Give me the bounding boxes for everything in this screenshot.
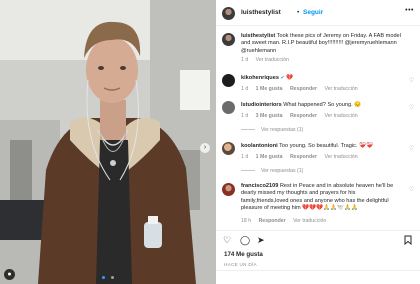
comment-text: What happened? So young. 😔 (283, 102, 362, 108)
add-comment-bar (216, 270, 420, 284)
comment-text-block: koolantonioni Too young. So beautiful. T… (241, 143, 403, 150)
caption-avatar[interactable] (222, 33, 235, 46)
view-replies-link[interactable]: Ver respuestas (1) (241, 127, 303, 133)
comment-reply-button[interactable]: Responder (290, 86, 317, 92)
follow-button[interactable]: Seguir (303, 9, 323, 16)
replies-divider (241, 129, 255, 131)
comment-text-block: francisco2109 Rest in Peace and in absol… (241, 183, 403, 213)
comment-text: Too young. So beautiful. Tragic. ❤️‍🩹❤️‍… (279, 143, 373, 149)
share-icon[interactable]: ➤ (257, 235, 265, 245)
comment-avatar[interactable] (222, 101, 235, 114)
comment-meta: 1 d 1 Me gusta Responder Ver traducción (241, 86, 364, 92)
like-comment-heart-icon[interactable]: ♡ (409, 104, 414, 111)
like-comment-heart-icon[interactable]: ♡ (409, 77, 414, 84)
comment-text: 💔 (286, 75, 294, 81)
comment-time[interactable]: 1 d (241, 154, 248, 160)
comment-likes[interactable]: 1 Me gusta (256, 86, 283, 92)
comment-meta: 18 h Responder Ver traducción (241, 218, 332, 224)
comment-username[interactable]: kikohenriques (241, 75, 279, 81)
comment-translate[interactable]: Ver traducción (325, 154, 358, 160)
comment-avatar[interactable] (222, 74, 235, 87)
author-username[interactable]: luisthestylist (241, 9, 281, 16)
comment-time[interactable]: 18 h (241, 218, 251, 224)
likes-count[interactable]: 174 Me gusta (224, 251, 263, 258)
like-comment-heart-icon[interactable]: ♡ (409, 145, 414, 152)
comment-likes[interactable]: 1 Me gusta (256, 154, 283, 160)
caption-time[interactable]: 1 d (241, 57, 248, 63)
comment-likes[interactable]: 3 Me gusta (256, 113, 283, 119)
caption-meta: 1 d Ver traducción (241, 57, 295, 63)
post-side-panel: luisthestylist • Seguir ••• luisthestyli… (216, 0, 420, 284)
comment-username[interactable]: francisco2109 (241, 183, 278, 189)
comment-translate[interactable]: Ver traducción (325, 113, 358, 119)
caption-translate[interactable]: Ver traducción (256, 57, 289, 63)
carousel-dot (111, 276, 115, 279)
comment-meta: 1 d 3 Me gusta Responder Ver traducción (241, 113, 364, 119)
view-replies-link[interactable]: Ver respuestas (1) (241, 168, 303, 174)
comment-translate[interactable]: Ver traducción (325, 86, 358, 92)
post-time-ago: HACE UN DÍA (224, 262, 257, 267)
comment-text-block: lstudiointeriors What happened? So young… (241, 102, 403, 109)
header-separator: • (297, 9, 300, 16)
post-actions-bar: ♡ ◯ ➤ (216, 230, 420, 248)
comment-translate[interactable]: Ver traducción (293, 218, 326, 224)
post-photo[interactable]: › ● (0, 0, 216, 284)
comment-text-block: kikohenriques ✔ 💔 (241, 75, 403, 82)
author-avatar[interactable] (222, 7, 235, 20)
caption-username[interactable]: luisthestylist (241, 33, 275, 39)
comment-icon[interactable]: ◯ (240, 235, 250, 245)
replies-divider (241, 170, 255, 172)
verified-badge-icon: ✔ (280, 75, 285, 81)
post-header: luisthestylist • Seguir ••• (216, 0, 420, 26)
comment-time[interactable]: 1 d (241, 86, 248, 92)
comment-avatar[interactable] (222, 142, 235, 155)
more-options-icon[interactable]: ••• (405, 7, 414, 14)
comment-reply-button[interactable]: Responder (259, 218, 286, 224)
comment-reply-button[interactable]: Responder (290, 113, 317, 119)
comment-username[interactable]: lstudiointeriors (241, 102, 282, 108)
post-image (0, 0, 216, 284)
comment-reply-button[interactable]: Responder (290, 154, 317, 160)
like-comment-heart-icon[interactable]: ♡ (409, 186, 414, 193)
next-slide-button[interactable]: › (200, 143, 210, 153)
bookmark-icon[interactable] (404, 235, 412, 245)
heart-icon[interactable]: ♡ (223, 235, 231, 245)
comment-username[interactable]: koolantonioni (241, 143, 278, 149)
caption-text-block: luisthestylist Took these pics of Jeremy… (241, 33, 403, 55)
view-replies-label[interactable]: Ver respuestas (1) (261, 168, 303, 174)
comment-meta: 1 d 1 Me gusta Responder Ver traducción (241, 154, 364, 160)
comment-avatar[interactable] (222, 183, 235, 196)
carousel-indicator (0, 275, 216, 279)
carousel-dot-active (101, 276, 105, 279)
comment-time[interactable]: 1 d (241, 113, 248, 119)
view-replies-label[interactable]: Ver respuestas (1) (261, 127, 303, 133)
